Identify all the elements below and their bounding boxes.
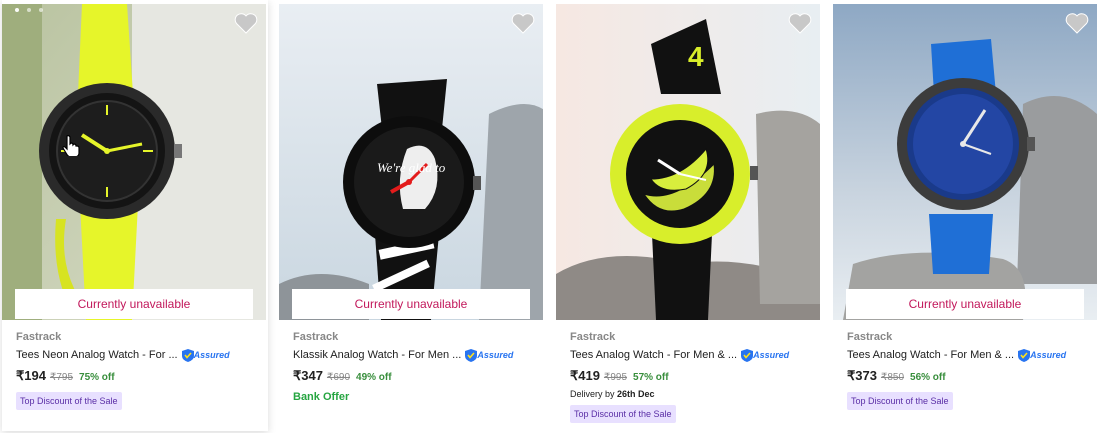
assured-shield-icon [1018, 348, 1031, 362]
unavailable-label: Currently unavailable [846, 289, 1084, 319]
product-brand: Fastrack [570, 331, 616, 343]
selling-price: ₹194 [16, 368, 46, 383]
top-discount-badge: Top Discount of the Sale [16, 392, 122, 410]
product-title[interactable]: Tees Neon Analog Watch - For ... [16, 349, 178, 361]
carousel-dot [39, 8, 43, 12]
selling-price: ₹373 [847, 368, 877, 383]
discount-percent: 75% off [79, 372, 115, 383]
product-image[interactable]: We're glad to [279, 4, 543, 320]
carousel-dot [15, 8, 19, 12]
product-brand: Fastrack [16, 331, 62, 343]
assured-shield-icon [465, 348, 478, 362]
assured-label: Assured [1030, 350, 1067, 360]
assured-badge: Assured [1018, 348, 1067, 362]
original-price: ₹995 [603, 372, 628, 383]
discount-percent: 56% off [910, 372, 946, 383]
wishlist-heart-icon[interactable] [234, 12, 258, 34]
original-price: ₹850 [880, 372, 905, 383]
wishlist-heart-icon[interactable] [788, 12, 812, 34]
assured-label: Assured [193, 350, 230, 360]
product-title[interactable]: Tees Analog Watch - For Men & ... [570, 349, 737, 361]
assured-badge: Assured [181, 348, 230, 362]
unavailable-label: Currently unavailable [292, 289, 530, 319]
product-brand: Fastrack [293, 331, 339, 343]
product-card[interactable]: Currently unavailable Fastrack Tees Neon… [2, 0, 268, 431]
wishlist-heart-icon[interactable] [1065, 12, 1089, 34]
delivery-prefix: Delivery by [570, 389, 615, 399]
assured-shield-icon [741, 348, 754, 362]
unavailable-label: Currently unavailable [15, 289, 253, 319]
selling-price: ₹419 [570, 368, 600, 383]
selling-price: ₹347 [293, 368, 323, 383]
hand-cursor-icon [62, 135, 80, 156]
assured-shield-icon [181, 348, 194, 362]
product-card[interactable]: We're glad to Currently unavailable Fast… [279, 0, 545, 433]
product-image[interactable] [2, 4, 266, 320]
assured-badge: Assured [741, 348, 790, 362]
assured-label: Assured [477, 350, 514, 360]
dial-text-left: We're glad to [377, 160, 446, 175]
assured-label: Assured [753, 350, 790, 360]
wishlist-heart-icon[interactable] [511, 12, 535, 34]
discount-percent: 57% off [633, 372, 669, 383]
product-title[interactable]: Klassik Analog Watch - For Men ... [293, 349, 461, 361]
image-carousel-dots [15, 8, 43, 12]
product-title[interactable]: Tees Analog Watch - For Men & ... [847, 349, 1014, 361]
product-image[interactable]: 4 [556, 4, 820, 320]
product-card[interactable]: 4 Fastrack Tees Analog Watch - For Men &… [556, 0, 822, 433]
top-discount-badge: Top Discount of the Sale [847, 392, 953, 410]
product-image[interactable] [833, 4, 1097, 320]
original-price: ₹795 [49, 372, 74, 383]
discount-percent: 49% off [356, 372, 392, 383]
bank-offer-label: Bank Offer [293, 391, 350, 403]
product-card[interactable]: Currently unavailable Fastrack Tees Anal… [833, 0, 1097, 433]
strap-number: 4 [688, 41, 704, 72]
product-brand: Fastrack [847, 331, 893, 343]
original-price: ₹690 [326, 372, 351, 383]
assured-badge: Assured [465, 348, 514, 362]
delivery-info: Delivery by 26th Dec [570, 389, 815, 399]
delivery-date: 26th Dec [617, 389, 655, 399]
top-discount-badge: Top Discount of the Sale [570, 405, 676, 423]
carousel-dot [27, 8, 31, 12]
